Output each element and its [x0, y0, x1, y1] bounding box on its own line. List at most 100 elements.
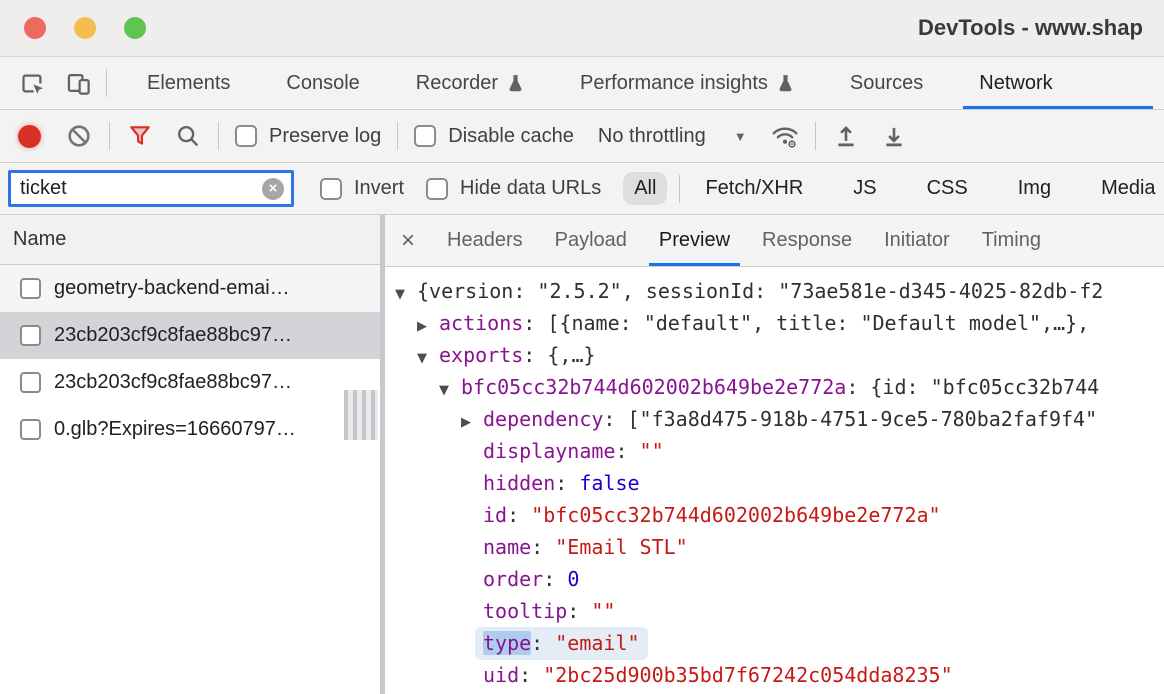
request-name: 0.glb?Expires=16660797…: [54, 418, 296, 441]
export-har-icon[interactable]: [880, 122, 908, 150]
tree-line[interactable]: ▶actions: [{name: "default", title: "Def…: [385, 307, 1164, 339]
json-plain: : {,…}: [523, 343, 595, 367]
resource-filter-img[interactable]: Img: [1007, 172, 1062, 205]
toggle-device-toolbar-button[interactable]: [60, 65, 96, 101]
zoom-window-button[interactable]: [124, 17, 146, 39]
resource-filter-media[interactable]: Media: [1090, 172, 1164, 205]
disclosure-arrow[interactable]: ▼: [417, 343, 439, 375]
filter-funnel-icon[interactable]: [126, 122, 154, 150]
import-har-icon[interactable]: [832, 122, 860, 150]
clear-filter-icon[interactable]: ×: [262, 178, 284, 200]
chevron-down-icon: ▼: [734, 129, 747, 144]
request-checkbox[interactable]: [20, 278, 41, 299]
json-key: dependency: [483, 407, 603, 431]
tree-line[interactable]: ▼{version: "2.5.2", sessionId: "73ae581e…: [385, 275, 1164, 307]
request-checkbox[interactable]: [20, 419, 41, 440]
network-toolbar: Preserve log Disable cache No throttling…: [0, 110, 1164, 163]
search-icon[interactable]: [174, 122, 202, 150]
json-key: type: [483, 631, 531, 655]
hide-data-urls-label: Hide data URLs: [460, 177, 601, 200]
tab-label: Console: [286, 72, 359, 95]
hide-data-urls-toggle[interactable]: Hide data URLs: [426, 177, 601, 200]
network-conditions-icon[interactable]: [771, 122, 799, 150]
json-literal: false: [579, 471, 639, 495]
json-key: order: [483, 567, 543, 591]
tab-network[interactable]: Network: [979, 57, 1052, 109]
divider: [109, 122, 110, 150]
json-plain: : [{name: "default", title: "Default mod…: [523, 311, 1089, 335]
tab-label: Network: [979, 72, 1052, 95]
detail-tab-timing[interactable]: Timing: [966, 215, 1057, 266]
invert-checkbox: [320, 178, 342, 200]
tree-line[interactable]: displayname: "": [385, 435, 1164, 467]
request-checkbox[interactable]: [20, 325, 41, 346]
disclosure-arrow[interactable]: ▼: [395, 279, 417, 311]
disclosure-arrow[interactable]: ▼: [439, 375, 461, 407]
json-key: tooltip: [483, 599, 567, 623]
tree-line[interactable]: name: "Email STL": [385, 531, 1164, 563]
json-plain: :: [531, 631, 555, 655]
throttling-dropdown[interactable]: No throttling ▼: [598, 125, 747, 148]
json-plain: :: [543, 567, 567, 591]
tab-elements[interactable]: Elements: [147, 57, 230, 109]
divider: [218, 122, 219, 150]
json-string: "": [640, 439, 664, 463]
table-row[interactable]: 23cb203cf9c8fae88bc97…: [0, 312, 380, 359]
name-header-label: Name: [13, 228, 66, 251]
tree-line[interactable]: type: "email": [385, 627, 1164, 659]
detail-tab-headers[interactable]: Headers: [431, 215, 539, 266]
json-plain: {version: "2.5.2", sessionId: "73ae581e-…: [417, 279, 1103, 303]
tree-line[interactable]: uid: "2bc25d900b35bd7f67242c054dda8235": [385, 659, 1164, 691]
tree-line[interactable]: tooltip: "": [385, 595, 1164, 627]
tab-console[interactable]: Console: [286, 57, 359, 109]
close-window-button[interactable]: [24, 17, 46, 39]
resource-filter-all[interactable]: All: [623, 172, 667, 205]
json-key: id: [483, 503, 507, 527]
table-row[interactable]: 23cb203cf9c8fae88bc97…: [0, 359, 380, 406]
search-match-line: type: "email": [475, 627, 648, 660]
close-icon[interactable]: ×: [401, 229, 415, 253]
tree-line[interactable]: id: "bfc05cc32b744d602002b649be2e772a": [385, 499, 1164, 531]
json-key: actions: [439, 311, 523, 335]
detail-tab-preview[interactable]: Preview: [643, 215, 746, 266]
main-tab-strip: Elements Console Recorder Performance insig…: [107, 57, 1081, 109]
json-plain: :: [567, 599, 591, 623]
preserve-log-label: Preserve log: [269, 125, 381, 148]
filter-input[interactable]: [20, 177, 257, 200]
detail-tab-response[interactable]: Response: [746, 215, 868, 266]
request-detail-panel: × HeadersPayloadPreviewResponseInitiator…: [385, 215, 1164, 694]
detail-tab-payload[interactable]: Payload: [539, 215, 643, 266]
request-checkbox[interactable]: [20, 372, 41, 393]
invert-toggle[interactable]: Invert: [320, 177, 404, 200]
minimize-window-button[interactable]: [74, 17, 96, 39]
table-row[interactable]: geometry-backend-emai…: [0, 265, 380, 312]
inspect-element-button[interactable]: [14, 65, 50, 101]
tab-sources[interactable]: Sources: [850, 57, 923, 109]
preview-feature-flask-icon: [507, 74, 524, 93]
resource-filter-fetchxhr[interactable]: Fetch/XHR: [694, 172, 814, 205]
tree-line[interactable]: ▼exports: {,…}: [385, 339, 1164, 371]
tab-performance-insights[interactable]: Performance insights: [580, 57, 794, 109]
preserve-log-toggle[interactable]: Preserve log: [235, 125, 381, 148]
invert-label: Invert: [354, 177, 404, 200]
tab-recorder[interactable]: Recorder: [416, 57, 524, 109]
record-network-log-icon[interactable]: [18, 125, 41, 148]
json-string: "bfc05cc32b744d602002b649be2e772a": [531, 503, 940, 527]
clear-network-log-icon[interactable]: [65, 122, 93, 150]
tab-label: Elements: [147, 72, 230, 95]
json-key: displayname: [483, 439, 615, 463]
resource-filter-js[interactable]: JS: [842, 172, 887, 205]
name-column-header[interactable]: Name: [0, 215, 380, 265]
tree-line[interactable]: order: 0: [385, 563, 1164, 595]
resource-filter-css[interactable]: CSS: [916, 172, 979, 205]
tree-line[interactable]: hidden: false: [385, 467, 1164, 499]
table-row[interactable]: 0.glb?Expires=16660797…: [0, 406, 380, 453]
disable-cache-toggle[interactable]: Disable cache: [414, 125, 574, 148]
tree-line[interactable]: ▶dependency: ["f3a8d475-918b-4751-9ce5-7…: [385, 403, 1164, 435]
tab-label: Sources: [850, 72, 923, 95]
detail-tab-initiator[interactable]: Initiator: [868, 215, 966, 266]
preserve-log-checkbox: [235, 125, 257, 147]
resource-type-filters: Fetch/XHRJSCSSImgMediaFont: [694, 172, 1164, 205]
tree-line[interactable]: ▼bfc05cc32b744d602002b649be2e772a: {id: …: [385, 371, 1164, 403]
disable-cache-label: Disable cache: [448, 125, 574, 148]
